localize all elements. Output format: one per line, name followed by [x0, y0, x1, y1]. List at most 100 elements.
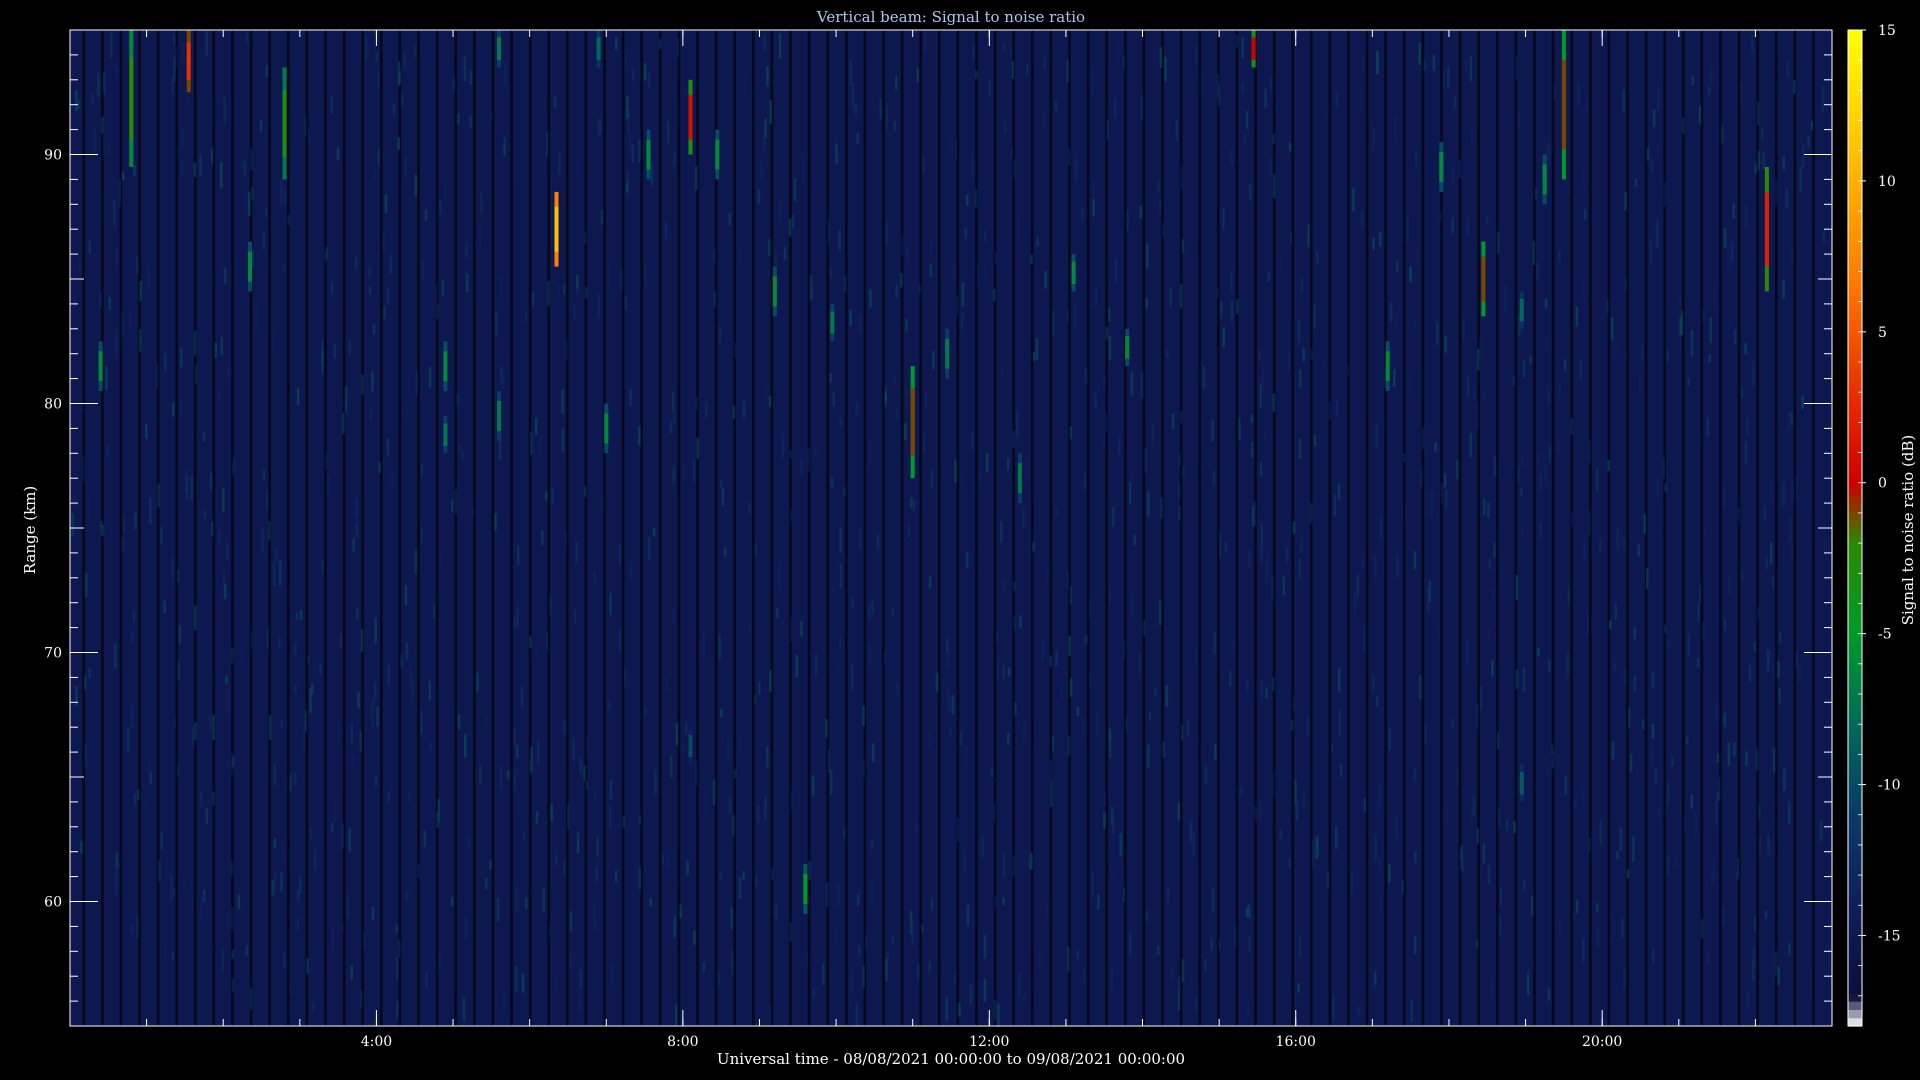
noise-speckle — [432, 603, 436, 619]
noise-speckle — [959, 731, 963, 746]
noise-speckle — [193, 330, 197, 356]
noise-speckle — [355, 523, 359, 537]
noise-speckle — [763, 34, 766, 51]
noise-speckle — [1126, 210, 1129, 231]
noise-speckle — [742, 400, 746, 418]
data-gap-column — [1124, 30, 1127, 1026]
noise-speckle — [1360, 211, 1364, 226]
noise-speckle — [1748, 664, 1752, 683]
noise-speckle — [1822, 229, 1826, 243]
noise-speckle — [1772, 747, 1776, 773]
noise-speckle — [395, 957, 399, 980]
noise-speckle — [862, 705, 865, 727]
noise-speckle — [1663, 182, 1667, 207]
noise-speckle — [1551, 759, 1555, 769]
noise-speckle — [850, 971, 853, 994]
noise-speckle — [1122, 887, 1126, 902]
noise-speckle — [638, 140, 641, 162]
noise-speckle — [280, 718, 283, 729]
noise-speckle — [378, 462, 381, 474]
noise-speckle — [1406, 216, 1409, 242]
noise-speckle — [1646, 148, 1650, 161]
noise-speckle — [952, 261, 955, 280]
noise-speckle — [1544, 298, 1548, 309]
noise-speckle — [768, 1004, 772, 1024]
noise-speckle — [283, 951, 286, 969]
noise-speckle — [748, 619, 752, 636]
noise-speckle — [1012, 856, 1015, 877]
noise-speckle — [118, 181, 121, 207]
noise-speckle — [885, 105, 889, 130]
noise-speckle — [435, 284, 438, 306]
noise-speckle — [932, 350, 935, 370]
noise-speckle — [103, 134, 106, 155]
noise-speckle — [1685, 736, 1689, 745]
noise-speckle — [1621, 917, 1624, 938]
noise-speckle — [981, 836, 984, 859]
data-gap-column — [194, 30, 197, 1026]
noise-speckle — [1096, 712, 1099, 737]
noise-speckle — [1376, 53, 1379, 73]
noise-speckle — [371, 371, 374, 392]
noise-speckle — [121, 312, 124, 337]
noise-speckle — [713, 291, 717, 307]
noise-speckle — [1492, 587, 1495, 606]
noise-speckle — [921, 924, 924, 934]
noise-speckle — [1544, 464, 1548, 485]
colorbar-swatch — [1848, 303, 1862, 313]
colorbar-swatch — [1848, 154, 1862, 164]
noise-speckle — [631, 144, 635, 164]
noise-speckle — [629, 562, 632, 578]
noise-speckle — [754, 542, 758, 555]
noise-speckle — [377, 149, 380, 166]
noise-speckle — [810, 287, 814, 299]
noise-speckle — [997, 1003, 1000, 1028]
noise-speckle — [1013, 616, 1016, 631]
noise-speckle — [1264, 431, 1268, 440]
noise-speckle — [1476, 402, 1479, 429]
echo-segment-core — [1764, 191, 1769, 267]
noise-speckle — [597, 292, 600, 319]
data-gap-column — [324, 30, 327, 1026]
noise-speckle — [1147, 744, 1150, 769]
colorbar-swatch — [1848, 54, 1862, 64]
noise-speckle — [1638, 375, 1642, 392]
colorbar-swatch — [1848, 735, 1862, 745]
noise-speckle — [212, 714, 215, 740]
noise-speckle — [1652, 109, 1656, 128]
noise-speckle — [814, 653, 818, 677]
noise-speckle — [1055, 507, 1058, 516]
noise-speckle — [115, 67, 119, 83]
noise-speckle — [113, 199, 116, 226]
noise-speckle — [1159, 199, 1162, 215]
colorbar-swatch — [1848, 660, 1862, 670]
noise-speckle — [438, 952, 441, 971]
noise-speckle — [87, 493, 91, 519]
noise-speckle — [1182, 466, 1185, 477]
colorbar-swatch — [1848, 876, 1862, 886]
noise-speckle — [202, 432, 206, 442]
noise-speckle — [521, 973, 525, 992]
noise-speckle — [790, 616, 793, 642]
noise-speckle — [1624, 277, 1627, 291]
noise-speckle — [1607, 460, 1610, 472]
noise-speckle — [1456, 765, 1459, 788]
noise-speckle — [622, 816, 625, 828]
noise-speckle — [325, 453, 328, 471]
noise-speckle — [193, 163, 197, 177]
noise-speckle — [1300, 278, 1304, 293]
data-gap-column — [380, 30, 383, 1026]
noise-speckle — [1753, 916, 1757, 932]
colorbar-swatch — [1848, 635, 1862, 645]
noise-speckle — [1361, 55, 1365, 71]
noise-speckle — [456, 394, 459, 405]
noise-speckle — [280, 179, 283, 206]
noise-speckle — [1650, 747, 1654, 765]
noise-speckle — [1260, 680, 1263, 698]
colorbar-swatch — [1848, 96, 1862, 106]
noise-speckle — [949, 133, 952, 151]
noise-speckle — [795, 654, 798, 678]
noise-speckle — [993, 288, 996, 302]
data-gap-column — [752, 30, 755, 1026]
noise-speckle — [672, 610, 675, 620]
